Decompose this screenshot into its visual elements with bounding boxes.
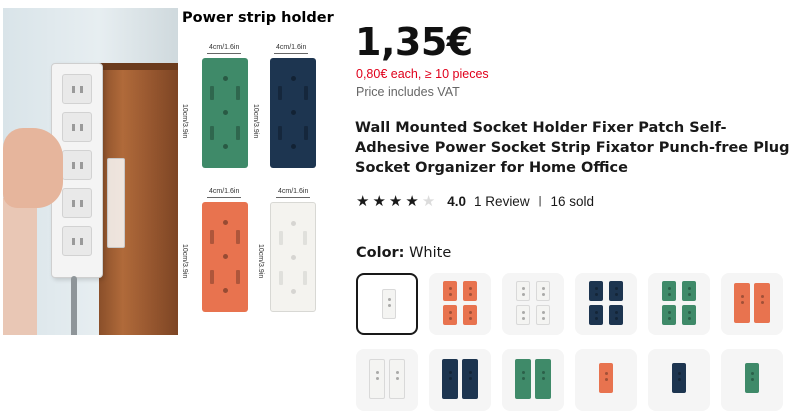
lifestyle-photo bbox=[3, 8, 178, 335]
rating-row: ★ ★ ★ ★ ★ 4.0 1 Review | 16 sold bbox=[356, 192, 594, 210]
sold-count: 16 sold bbox=[550, 193, 594, 209]
holder-thumbnail bbox=[516, 281, 530, 301]
holder-white bbox=[270, 202, 316, 312]
bulk-price: 0,80€ each, ≥ 10 pieces bbox=[356, 67, 489, 81]
holder-thumbnail bbox=[662, 281, 676, 301]
selected-color: White bbox=[409, 245, 452, 261]
arm bbox=[3, 198, 37, 335]
holder-thumbnail bbox=[589, 281, 603, 301]
spec-panel: Power strip holder 4cm/1.6in 10cm/3.9in … bbox=[181, 8, 342, 335]
holder-thumbnail bbox=[599, 363, 613, 393]
holder-thumbnail bbox=[609, 305, 623, 325]
color-label: Color: White bbox=[356, 245, 451, 261]
holder-thumbnail bbox=[754, 283, 770, 323]
star-icon: ★ bbox=[356, 192, 370, 210]
holder-thumbnail bbox=[462, 359, 478, 399]
holder-orange bbox=[202, 202, 248, 312]
outlet bbox=[62, 112, 92, 142]
color-option-orange-4[interactable] bbox=[429, 273, 491, 335]
color-label-key: Color: bbox=[356, 245, 405, 261]
holder-thumbnail bbox=[662, 305, 676, 325]
height-label: 10cm/3.9in bbox=[257, 244, 264, 279]
vat-note: Price includes VAT bbox=[356, 85, 460, 99]
holder-thumbnail bbox=[389, 359, 405, 399]
star-icon: ★ bbox=[372, 192, 386, 210]
color-option-green-2[interactable] bbox=[502, 349, 564, 411]
holder-thumbnail bbox=[609, 281, 623, 301]
color-option-orange-2[interactable] bbox=[721, 273, 783, 335]
color-option-navy-1[interactable] bbox=[648, 349, 710, 411]
wall-clip bbox=[107, 158, 125, 248]
color-option-green-1[interactable] bbox=[721, 349, 783, 411]
color-option-orange-1[interactable] bbox=[575, 349, 637, 411]
holder-thumbnail bbox=[672, 363, 686, 393]
holder-thumbnail bbox=[463, 305, 477, 325]
height-label: 10cm/3.9in bbox=[181, 104, 188, 139]
holder-thumbnail bbox=[443, 281, 457, 301]
holder-thumbnail bbox=[589, 305, 603, 325]
height-label: 10cm/3.9in bbox=[181, 244, 188, 279]
star-empty-icon: ★ bbox=[421, 192, 436, 210]
outlet bbox=[62, 188, 92, 218]
width-label: 4cm/1.6in bbox=[206, 188, 242, 198]
spec-title: Power strip holder bbox=[182, 10, 334, 26]
product-image[interactable]: Power strip holder 4cm/1.6in 10cm/3.9in … bbox=[0, 0, 345, 340]
holder-navy bbox=[270, 58, 316, 168]
divider: | bbox=[538, 195, 542, 207]
holder-thumbnail bbox=[382, 289, 396, 319]
star-icon: ★ bbox=[405, 192, 419, 210]
holder-thumbnail bbox=[463, 281, 477, 301]
outlet bbox=[62, 226, 92, 256]
color-option-navy-2[interactable] bbox=[429, 349, 491, 411]
holder-thumbnail bbox=[443, 305, 457, 325]
star-icon: ★ bbox=[388, 192, 403, 210]
holder-thumbnail bbox=[734, 283, 750, 323]
reviews-link[interactable]: 1 Review bbox=[474, 194, 530, 209]
holder-green bbox=[202, 58, 248, 168]
holder-thumbnail bbox=[515, 359, 531, 399]
holder-thumbnail bbox=[536, 281, 550, 301]
height-label: 10cm/3.9in bbox=[252, 104, 259, 139]
color-option-white-single[interactable] bbox=[356, 273, 418, 335]
holder-thumbnail bbox=[535, 359, 551, 399]
color-option-navy-4[interactable] bbox=[575, 273, 637, 335]
rating-score: 4.0 bbox=[447, 193, 467, 209]
outlet bbox=[62, 74, 92, 104]
product-title: Wall Mounted Socket Holder Fixer Patch S… bbox=[355, 120, 790, 176]
outlet bbox=[62, 150, 92, 180]
holder-thumbnail bbox=[516, 305, 530, 325]
holder-thumbnail bbox=[745, 363, 759, 393]
holder-thumbnail bbox=[442, 359, 458, 399]
width-label: 4cm/1.6in bbox=[275, 188, 311, 198]
color-option-white-4[interactable] bbox=[502, 273, 564, 335]
holder-thumbnail bbox=[682, 305, 696, 325]
price: 1,35€ bbox=[355, 20, 473, 64]
width-label: 4cm/1.6in bbox=[206, 44, 242, 54]
hand bbox=[3, 128, 63, 208]
power-cord bbox=[71, 276, 77, 335]
holder-thumbnail bbox=[369, 359, 385, 399]
color-option-white-2[interactable] bbox=[356, 349, 418, 411]
star-rating: ★ ★ ★ ★ ★ bbox=[356, 194, 435, 209]
width-label: 4cm/1.6in bbox=[273, 44, 309, 54]
holder-thumbnail bbox=[536, 305, 550, 325]
holder-thumbnail bbox=[682, 281, 696, 301]
color-option-green-4[interactable] bbox=[648, 273, 710, 335]
